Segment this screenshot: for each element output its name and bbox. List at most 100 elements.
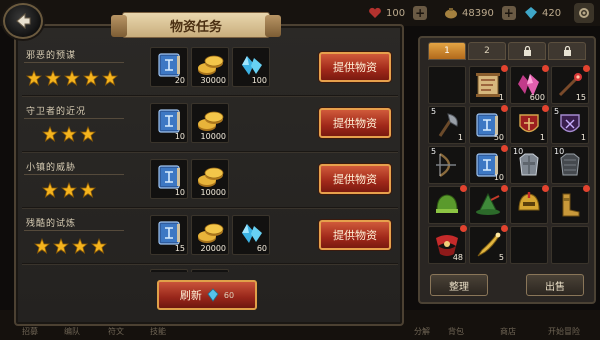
reward-slot[interactable]: 10 [150,103,188,143]
task-row: 小镇的威胁 10 10000 提供物资 [22,156,398,209]
crystal-icon [525,7,537,19]
inventory-tab-locked[interactable] [508,42,546,60]
difficulty-stars [42,126,96,142]
nav-adventure[interactable]: 开始冒险 [548,310,580,340]
inventory-slot[interactable]: 51 [428,106,466,144]
task-row: 防卫者计划 [22,266,398,272]
lock-icon [563,46,571,56]
inventory-slot[interactable]: 15 [551,65,590,104]
inventory-slot[interactable]: 5 [469,225,508,264]
star-icon [80,182,96,198]
task-divider [24,62,124,63]
refresh-button[interactable]: 刷新 60 [157,280,257,310]
item-quantity: 1 [539,133,545,142]
row-separator [22,263,398,265]
reward-quantity: 10000 [200,132,226,141]
coin-bag-icon [445,8,457,19]
inventory-slot[interactable]: 1 [510,105,549,144]
inventory-tab-locked[interactable] [548,42,586,60]
refresh-cost: 60 [223,290,235,300]
star-icon [42,126,58,142]
task-name: 防卫者计划 [26,270,76,272]
crystal-icon [207,288,219,302]
inventory-slot[interactable] [469,185,508,224]
inventory-slot[interactable]: 50 [469,105,508,144]
task-name: 邪恶的预谋 [26,51,77,61]
new-item-badge [583,65,590,72]
sell-button[interactable]: 出售 [526,274,584,296]
reward-slot[interactable] [191,269,229,272]
inventory-slot[interactable] [428,185,467,224]
inventory-slot[interactable]: 5 [428,146,466,184]
reward-list: 10 10000 [150,159,229,199]
item-quantity: 15 [575,93,586,102]
star-icon [83,70,99,86]
reward-slot[interactable]: 30000 [191,47,229,87]
inventory-slot-empty[interactable] [510,226,548,264]
inventory-slot-empty[interactable] [551,226,589,264]
task-row: 守卫者的近况 10 10000 提供物资 [22,100,398,153]
reward-slot[interactable]: 20 [150,47,188,87]
item-level: 10 [513,147,524,156]
sort-button[interactable]: 整理 [430,274,488,296]
star-icon [72,238,88,254]
reward-list: 20 30000 100 [150,47,270,87]
reward-slot[interactable]: 10000 [191,103,229,143]
star-icon [61,126,77,142]
new-item-badge [501,105,508,112]
reward-list: 10 10000 [150,103,229,143]
inventory-slot[interactable]: 10 [551,146,589,184]
inventory-slot[interactable]: 10 [469,145,508,184]
inventory-slot[interactable] [551,185,590,224]
gold-amount: 48390 [462,7,494,19]
reward-slot[interactable]: 100 [232,47,270,87]
gear-icon [579,8,589,18]
add-health-button[interactable]: + [413,6,428,20]
task-list: 邪恶的预谋 20 30000 100 提供物资 守卫者的近况 10 10000 提供物资 小镇的威… [22,44,398,272]
task-divider [24,230,124,231]
nav-decompose[interactable]: 分解 [414,310,430,340]
inventory-slot[interactable]: 48 [428,225,467,264]
new-item-badge [501,225,508,232]
star-icon [91,238,107,254]
star-icon [64,70,80,86]
reward-slot[interactable]: 60 [232,215,270,255]
back-button[interactable] [3,3,43,39]
settings-button[interactable] [574,3,594,23]
reward-list [150,269,229,272]
reward-quantity: 60 [256,244,267,253]
reward-slot[interactable]: 10 [150,159,188,199]
item-quantity: 1 [457,133,463,142]
difficulty-stars [26,70,118,86]
reward-slot[interactable]: 15 [150,215,188,255]
nav-shop[interactable]: 商店 [500,310,516,340]
task-divider [24,174,124,175]
item-level: 5 [431,107,437,116]
reward-slot[interactable]: 10000 [191,159,229,199]
task-divider [24,118,124,119]
add-gold-button[interactable]: + [501,6,516,20]
provide-supplies-button[interactable]: 提供物资 [319,220,391,250]
inventory-slot-empty[interactable] [428,66,466,104]
crystal-currency: 420 [524,4,561,22]
inventory-tab-1[interactable]: 1 [428,42,466,60]
reward-slot[interactable]: 20000 [191,215,229,255]
provide-supplies-button[interactable]: 提供物资 [319,164,391,194]
nav-bag[interactable]: 背包 [448,310,464,340]
inventory-slot[interactable]: 600 [510,65,549,104]
row-separator [22,95,398,97]
task-name: 残酷的试炼 [26,219,77,229]
inventory-slot[interactable]: 51 [551,106,589,144]
item-quantity: 600 [529,93,545,102]
inventory-slot[interactable]: 10 [510,146,548,184]
panel-title: 物资任务 [111,12,281,38]
item-level: 5 [431,147,437,156]
task-row: 残酷的试炼 15 20000 60 提供物资 [22,212,398,265]
provide-supplies-button[interactable]: 提供物资 [319,108,391,138]
inventory-slot[interactable] [510,185,549,224]
reward-slot[interactable] [150,269,188,272]
inventory-tab-2[interactable]: 2 [468,42,506,60]
provide-supplies-button[interactable]: 提供物资 [319,52,391,82]
reward-list: 15 20000 60 [150,215,270,255]
inventory-slot[interactable]: 1 [469,65,508,104]
